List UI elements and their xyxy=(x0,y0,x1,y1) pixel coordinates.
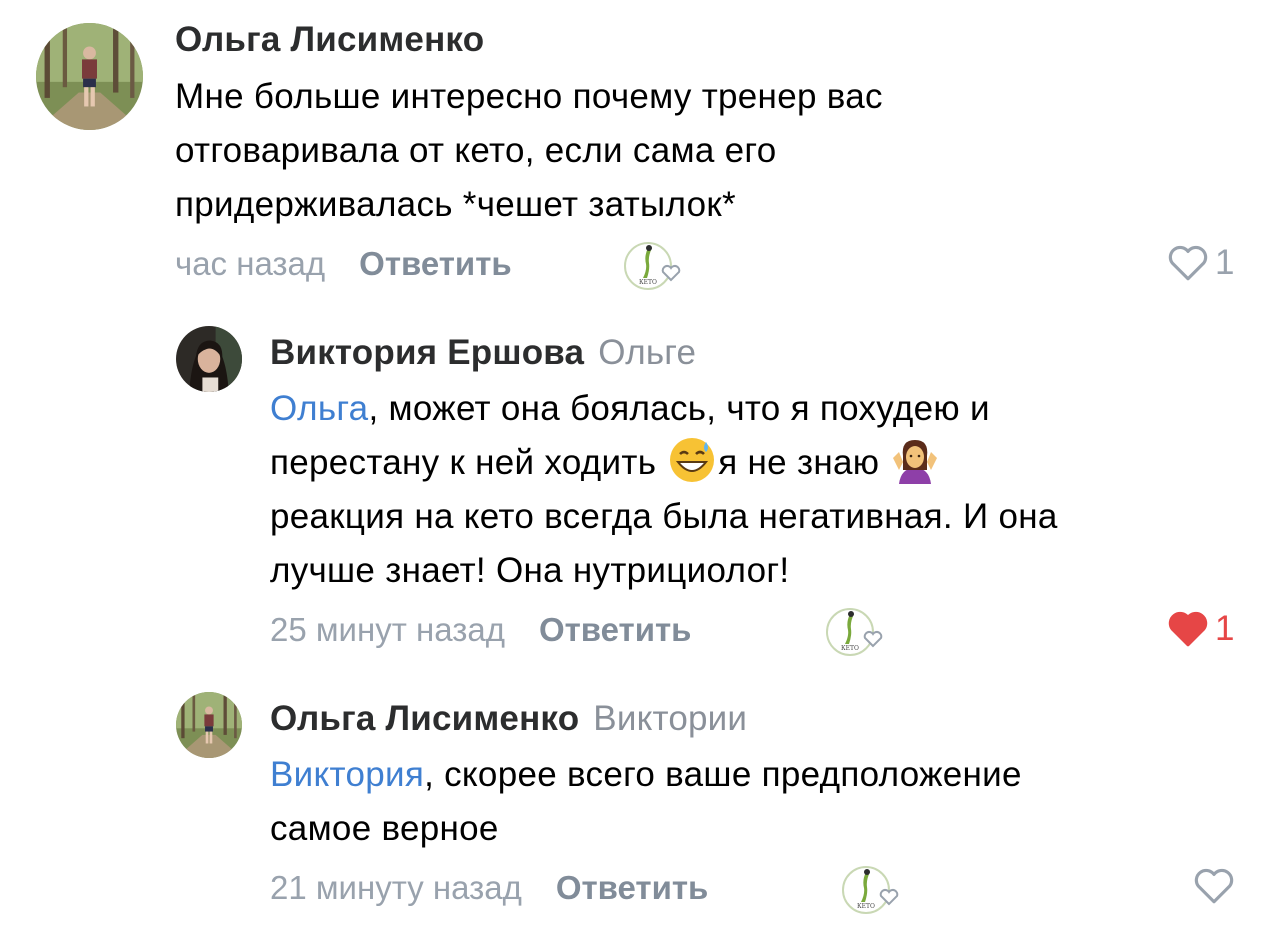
text-line: лучше знает! Она нутрициолог! xyxy=(270,551,790,590)
avatar-forest-photo-icon xyxy=(176,692,242,758)
avatar[interactable] xyxy=(36,23,143,130)
text-line: Мне больше интересно почему тренер вас xyxy=(175,77,883,116)
text-line: отговаривала от кето, если сама его xyxy=(175,131,777,170)
timestamp: 25 минут назад xyxy=(270,611,505,648)
comment-text: Ольга, может она боялась, что я похудею … xyxy=(270,382,1058,598)
reply-button[interactable]: Ответить xyxy=(539,611,692,648)
text-line: Виктория, скорее всего ваше предположени… xyxy=(270,748,1022,802)
reaction-button[interactable]: КЕТО xyxy=(624,240,686,292)
heart-filled-icon xyxy=(1168,611,1208,647)
reply-button[interactable]: Ответить xyxy=(556,869,709,906)
timestamp: час назад xyxy=(175,245,326,282)
avatar-woman-photo-icon xyxy=(176,326,242,392)
text-line: перестану к ней ходить я не знаю xyxy=(270,436,1058,490)
text-line: придерживалась *чешет затылок* xyxy=(175,185,736,224)
text-line: реакция на кето всегда была негативная. … xyxy=(270,497,1058,536)
avatar-forest-photo-icon xyxy=(36,23,143,130)
author-name[interactable]: Виктория Ершова xyxy=(270,333,584,372)
reply-to-label[interactable]: Виктории xyxy=(593,699,747,738)
reaction-button[interactable]: КЕТО xyxy=(842,864,904,916)
keto-logo-text: КЕТО xyxy=(639,279,657,286)
like-count: 1 xyxy=(1215,609,1235,648)
reaction-button[interactable]: КЕТО xyxy=(826,606,888,658)
like-count: 1 xyxy=(1215,243,1235,282)
keto-logo-reaction-icon: КЕТО xyxy=(624,242,681,290)
mention-link[interactable]: Ольга xyxy=(270,389,368,428)
author-name[interactable]: Ольга Лисименко xyxy=(175,20,484,59)
text-line: Ольга, может она боялась, что я похудею … xyxy=(270,382,1058,436)
text-fragment: перестану к ней ходить xyxy=(270,443,667,482)
comment-text: Виктория, скорее всего ваше предположени… xyxy=(270,748,1022,856)
like-button[interactable] xyxy=(1193,867,1235,905)
text-fragment: , может она боялась, что я похудею и xyxy=(368,389,990,428)
comment-meta: час назад Ответить xyxy=(175,245,512,283)
timestamp: 21 минуту назад xyxy=(270,869,522,906)
like-button[interactable]: 1 xyxy=(1167,609,1234,649)
reply-button[interactable]: Ответить xyxy=(359,245,512,282)
text-line: самое верное xyxy=(270,809,499,848)
text-fragment: я не знаю xyxy=(718,443,890,482)
text-fragment: , скорее всего ваше предположение xyxy=(424,755,1022,794)
mention-link[interactable]: Виктория xyxy=(270,755,424,794)
keto-logo-reaction-icon: КЕТО xyxy=(842,866,899,914)
grinning-sweat-emoji-icon xyxy=(670,438,715,482)
comment-meta: 25 минут назад Ответить xyxy=(270,611,691,649)
reply-to-label[interactable]: Ольге xyxy=(598,333,696,372)
author-name[interactable]: Ольга Лисименко xyxy=(270,699,579,738)
heart-outline-icon xyxy=(1168,245,1208,281)
comment-text: Мне больше интересно почему тренер вас о… xyxy=(175,70,883,232)
keto-logo-reaction-icon: КЕТО xyxy=(826,608,883,656)
shrug-emoji-icon xyxy=(893,440,938,484)
like-button[interactable]: 1 xyxy=(1167,243,1234,283)
comment-author[interactable]: Ольга Лисименко Виктории xyxy=(270,699,747,739)
comment-author[interactable]: Виктория Ершова Ольге xyxy=(270,333,696,373)
avatar[interactable] xyxy=(176,326,242,392)
comment-meta: 21 минуту назад Ответить xyxy=(270,869,708,907)
keto-logo-text: КЕТО xyxy=(841,645,859,652)
avatar[interactable] xyxy=(176,692,242,758)
heart-outline-icon xyxy=(1194,868,1234,904)
keto-logo-text: КЕТО xyxy=(857,903,875,910)
comment-author[interactable]: Ольга Лисименко xyxy=(175,20,484,60)
